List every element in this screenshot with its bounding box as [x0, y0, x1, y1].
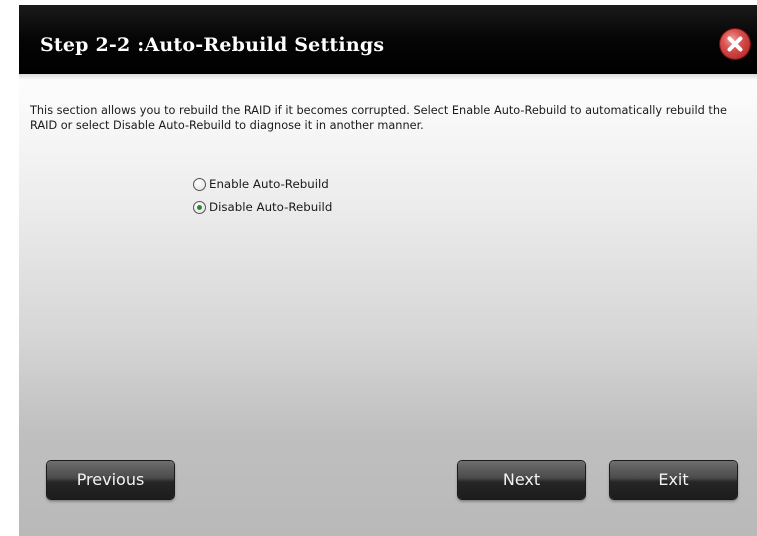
disable-auto-rebuild-label: Disable Auto-Rebuild: [209, 200, 333, 214]
previous-button[interactable]: Previous: [47, 461, 174, 499]
disable-auto-rebuild-radio[interactable]: [193, 200, 206, 214]
auto-rebuild-dialog: Step 2-2 :Auto-Rebuild Settings This sec…: [19, 5, 757, 536]
enable-auto-rebuild-radio[interactable]: [193, 177, 206, 191]
enable-auto-rebuild-option[interactable]: Enable Auto-Rebuild: [193, 175, 329, 193]
enable-auto-rebuild-label: Enable Auto-Rebuild: [209, 177, 329, 191]
dialog-title: Step 2-2 :Auto-Rebuild Settings: [40, 34, 385, 56]
dialog-titlebar: Step 2-2 :Auto-Rebuild Settings: [19, 5, 757, 74]
close-icon: [727, 36, 743, 52]
disable-auto-rebuild-option[interactable]: Disable Auto-Rebuild: [193, 198, 332, 216]
close-button[interactable]: [720, 29, 750, 59]
next-button[interactable]: Next: [458, 461, 585, 499]
titlebar-divider: [19, 74, 757, 80]
section-description: This section allows you to rebuild the R…: [30, 104, 727, 132]
exit-button[interactable]: Exit: [610, 461, 737, 499]
